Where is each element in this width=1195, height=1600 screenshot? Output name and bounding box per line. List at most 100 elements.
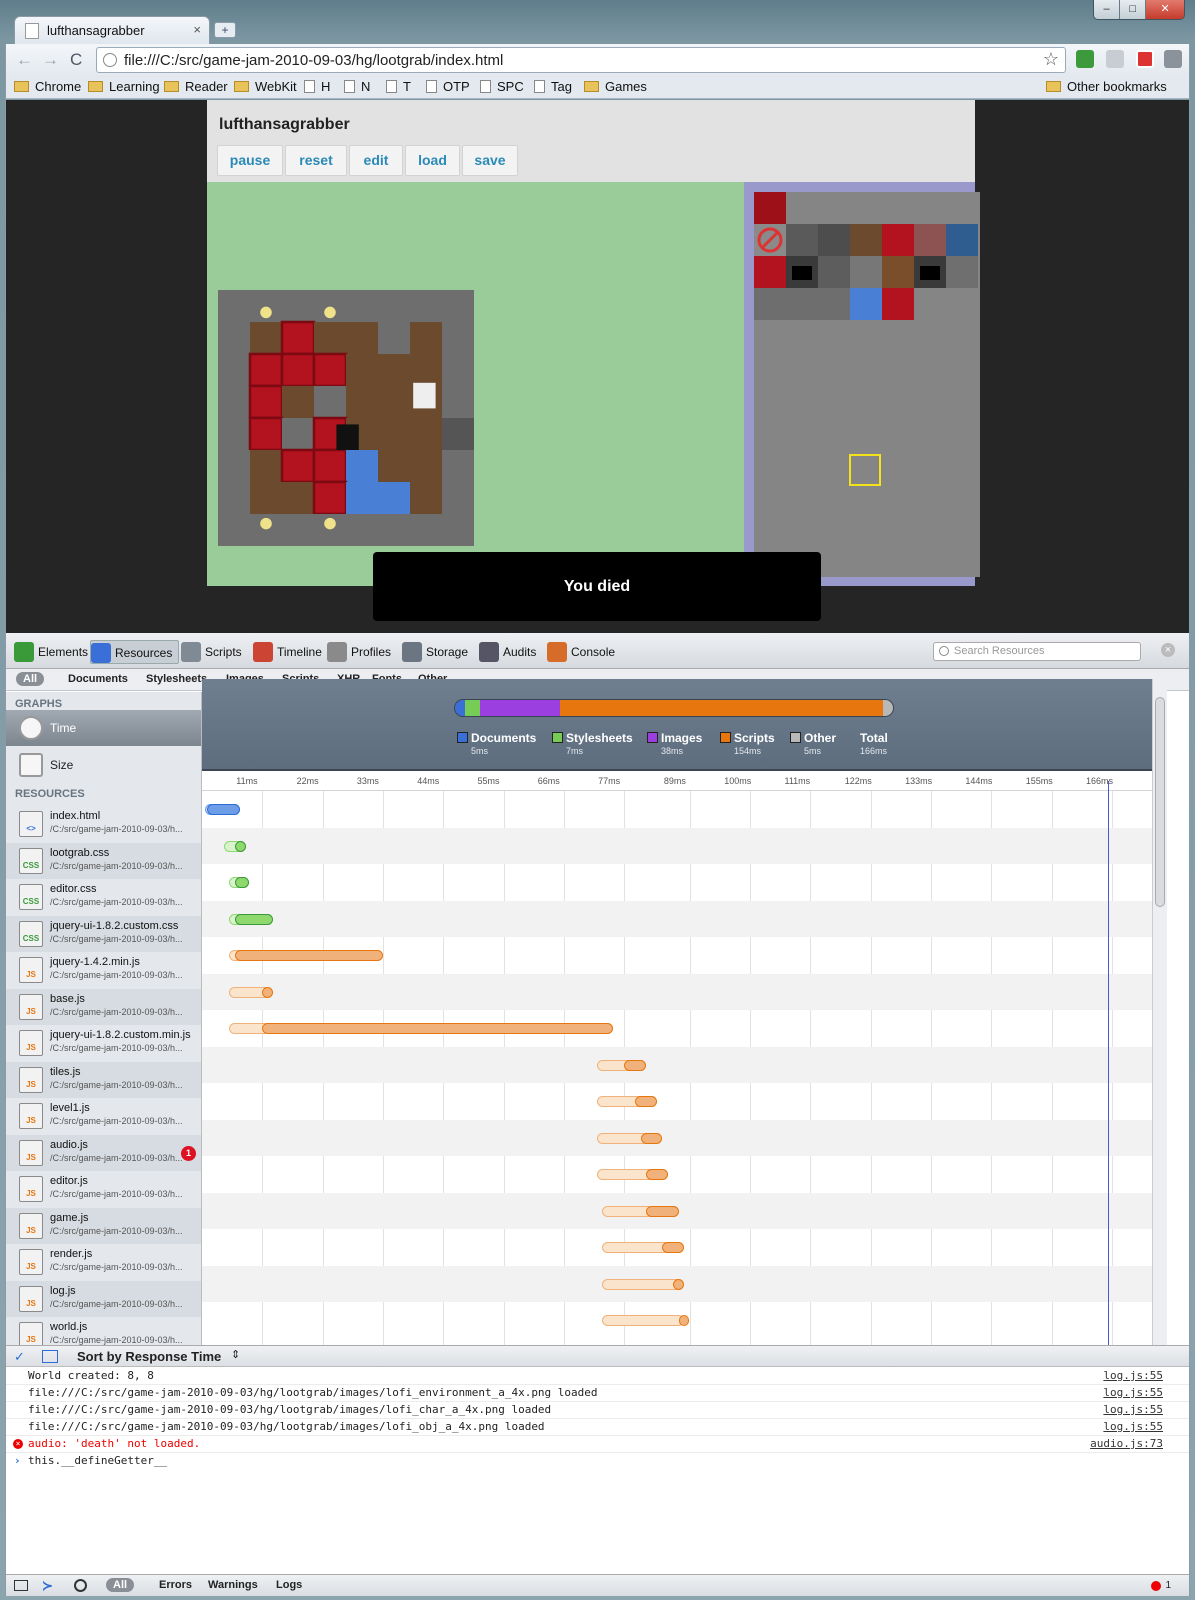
console-source-link[interactable]: log.js:55 xyxy=(1103,1419,1163,1435)
bookmark-item[interactable]: Learning xyxy=(88,79,160,94)
extension-icon[interactable] xyxy=(1076,50,1094,68)
bookmark-item[interactable]: T xyxy=(386,79,411,94)
clear-console-icon[interactable] xyxy=(74,1579,87,1592)
download-bar xyxy=(678,1315,689,1326)
address-bar[interactable]: file:///C:/src/game-jam-2010-09-03/hg/lo… xyxy=(96,47,1066,73)
latency-bar xyxy=(602,1315,685,1326)
console-source-link[interactable]: audio.js:73 xyxy=(1090,1436,1163,1452)
resource-item[interactable]: JS audio.js/C:/src/game-jam-2010-09-03/h.… xyxy=(6,1134,201,1171)
chat-icon[interactable] xyxy=(1106,50,1124,68)
console-message: World created: 8, 8 xyxy=(28,1369,154,1382)
dock-icon[interactable] xyxy=(14,1580,28,1591)
devtools-tab-scripts[interactable]: Scripts xyxy=(181,640,242,664)
devtools-tab-console[interactable]: Console xyxy=(547,640,615,664)
resource-item[interactable]: JS level1.js/C:/src/game-jam-2010-09-03/h… xyxy=(6,1098,201,1135)
palette-grid[interactable] xyxy=(754,192,980,577)
filter-stylesheets[interactable]: Stylesheets xyxy=(146,673,207,685)
devtools-tab-audits[interactable]: Audits xyxy=(479,640,536,664)
resource-item[interactable]: JS tiles.js/C:/src/game-jam-2010-09-03/h.… xyxy=(6,1061,201,1098)
resource-path: /C:/src/game-jam-2010-09-03/h... xyxy=(50,1335,183,1345)
bookmark-item[interactable]: Games xyxy=(584,79,647,94)
resource-item[interactable]: CSS editor.css/C:/src/game-jam-2010-09-03… xyxy=(6,879,201,916)
new-tab-button[interactable]: + xyxy=(214,22,236,38)
reload-icon[interactable]: C xyxy=(70,50,82,70)
other-bookmarks[interactable]: Other bookmarks xyxy=(1046,79,1167,94)
resource-item[interactable]: JS jquery-ui-1.8.2.custom.min.js/C:/src/g… xyxy=(6,1025,201,1062)
console-source-link[interactable]: log.js:55 xyxy=(1103,1368,1163,1384)
load-button[interactable]: load xyxy=(405,145,460,176)
maximize-button[interactable]: □ xyxy=(1120,0,1147,19)
devtools-tab-elements[interactable]: Elements xyxy=(14,640,88,664)
graph-size-item[interactable]: Size xyxy=(6,747,201,783)
browser-tab[interactable]: lufthansagrabber × xyxy=(14,16,210,44)
filter-documents[interactable]: Documents xyxy=(68,673,128,685)
dock-check-icon[interactable]: ✓ xyxy=(14,1350,28,1363)
page-favicon-icon xyxy=(25,23,39,39)
console-toggle-icon[interactable]: ≻ xyxy=(42,1578,53,1594)
bookmark-item[interactable]: Chrome xyxy=(14,79,81,94)
bookmark-item[interactable]: OTP xyxy=(426,79,470,94)
resource-item[interactable]: <> index.html/C:/src/game-jam-2010-09-03/… xyxy=(6,806,201,843)
reset-button[interactable]: reset xyxy=(285,145,347,176)
palette-tiles[interactable] xyxy=(754,192,980,577)
console-source-link[interactable]: log.js:55 xyxy=(1103,1402,1163,1418)
timeline-row xyxy=(202,1119,1152,1156)
devtools-tab-storage[interactable]: Storage xyxy=(402,640,468,664)
bookmark-star-icon[interactable]: ☆ xyxy=(1043,49,1059,70)
summary-legend-other: Other 5ms xyxy=(790,731,836,756)
bookmark-item[interactable]: Reader xyxy=(164,79,228,94)
gmail-icon[interactable] xyxy=(1136,50,1154,68)
resource-item[interactable]: JS game.js/C:/src/game-jam-2010-09-03/h..… xyxy=(6,1207,201,1244)
resource-item[interactable]: JS render.js/C:/src/game-jam-2010-09-03/h… xyxy=(6,1244,201,1281)
map-tile xyxy=(442,290,474,322)
tile-palette[interactable] xyxy=(744,182,980,586)
pause-button[interactable]: pause xyxy=(217,145,283,176)
resources-scrollbar[interactable] xyxy=(1152,679,1167,1357)
wrench-icon[interactable] xyxy=(1164,50,1182,68)
forward-icon[interactable]: → xyxy=(42,50,59,70)
legend-label: Images xyxy=(661,731,703,745)
resource-item[interactable]: CSS lootgrab.css/C:/src/game-jam-2010-09-… xyxy=(6,842,201,879)
list-view-icon[interactable] xyxy=(42,1350,58,1363)
filter-all[interactable]: All xyxy=(16,672,45,686)
bookmark-item[interactable]: SPC xyxy=(480,79,524,94)
resource-item[interactable]: JS log.js/C:/src/game-jam-2010-09-03/h... xyxy=(6,1280,201,1317)
graph-time-item[interactable]: Time xyxy=(6,710,201,746)
timeline-row xyxy=(202,1046,1152,1083)
console-filter-logs[interactable]: Logs xyxy=(276,1579,302,1591)
legend-value: 5ms xyxy=(471,746,489,756)
resource-item[interactable]: JS jquery-1.4.2.min.js/C:/src/game-jam-20… xyxy=(6,952,201,989)
console-filter-errors[interactable]: Errors xyxy=(159,1579,192,1591)
scrollbar-thumb[interactable] xyxy=(1155,697,1165,907)
devtools-tab-resources[interactable]: Resources xyxy=(90,640,180,664)
devtools-close-icon[interactable]: × xyxy=(1161,643,1175,657)
resource-item[interactable]: JS base.js/C:/src/game-jam-2010-09-03/h..… xyxy=(6,988,201,1025)
resource-item[interactable]: JS editor.js/C:/src/game-jam-2010-09-03/h… xyxy=(6,1171,201,1208)
bookmark-item[interactable]: Tag xyxy=(534,79,572,94)
summary-legend-documents: Documents 5ms xyxy=(457,731,536,756)
devtools-tab-label: Timeline xyxy=(277,645,322,659)
minimize-button[interactable]: – xyxy=(1094,0,1121,19)
bookmark-item[interactable]: N xyxy=(344,79,370,94)
game-level-map[interactable] xyxy=(218,290,474,546)
timeline-row xyxy=(202,937,1152,974)
resource-item[interactable]: CSS jquery-ui-1.8.2.custom.css/C:/src/gam… xyxy=(6,915,201,952)
save-button[interactable]: save xyxy=(462,145,518,176)
sort-arrows-icon[interactable]: ⇕ xyxy=(231,1348,240,1361)
sort-select[interactable]: Sort by Response Time xyxy=(77,1349,221,1364)
tab-close-icon[interactable]: × xyxy=(193,22,201,37)
search-resources-input[interactable]: Search Resources xyxy=(933,642,1141,661)
resource-name: jquery-ui-1.8.2.custom.css xyxy=(50,919,179,932)
edit-button[interactable]: edit xyxy=(349,145,403,176)
devtools-tab-profiles[interactable]: Profiles xyxy=(327,640,391,664)
timeline-tick-label: 144ms xyxy=(965,776,993,786)
console-filter-warnings[interactable]: Warnings xyxy=(208,1579,258,1591)
back-icon[interactable]: ← xyxy=(16,50,33,70)
devtools-tab-timeline[interactable]: Timeline xyxy=(253,640,322,664)
console-filter-all[interactable]: All xyxy=(106,1578,135,1592)
console-source-link[interactable]: log.js:55 xyxy=(1103,1385,1163,1401)
bookmark-item[interactable]: WebKit xyxy=(234,79,297,94)
bookmark-item[interactable]: H xyxy=(304,79,330,94)
devtools-statusbar: ✓ Sort by Response Time ⇕ xyxy=(6,1345,1189,1367)
close-window-button[interactable]: ✕ xyxy=(1146,0,1184,19)
